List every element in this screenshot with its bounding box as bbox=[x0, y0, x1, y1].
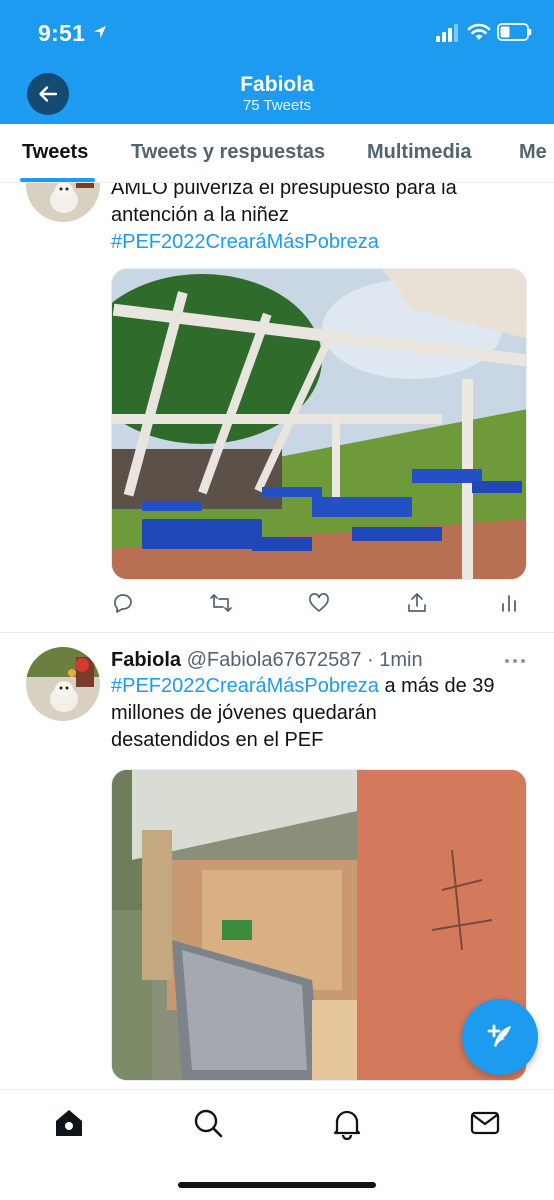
analytics-icon[interactable] bbox=[497, 591, 521, 615]
compose-tweet-button[interactable] bbox=[462, 999, 538, 1075]
author-handle[interactable]: @Fabiola67672587 bbox=[187, 649, 362, 671]
tweet-text-line: millones de jóvenes quedarán bbox=[111, 702, 377, 724]
meta-separator: · bbox=[367, 649, 374, 671]
profile-header: 9:51 Fabiola 75 Tweets bbox=[0, 0, 554, 124]
profile-name: Fabiola bbox=[240, 73, 314, 96]
location-arrow-icon bbox=[94, 26, 106, 38]
active-tab-indicator bbox=[20, 178, 95, 182]
retweet-icon[interactable] bbox=[209, 591, 233, 615]
hashtag-link[interactable]: #PEF2022CrearáMásPobreza bbox=[111, 675, 379, 697]
tweet-text-span: a más de 39 bbox=[378, 675, 495, 697]
status-bar: 9:51 bbox=[0, 0, 554, 66]
tweet-text-line: antención a la niñez bbox=[111, 204, 289, 226]
compose-tweet-icon bbox=[487, 1024, 511, 1047]
tab-tweets-and-replies[interactable]: Tweets y respuestas bbox=[131, 141, 325, 164]
messages-icon[interactable] bbox=[468, 1106, 502, 1140]
tweet-text: #PEF2022CrearáMásPobreza a más de 39 mil… bbox=[111, 673, 531, 754]
reply-icon[interactable] bbox=[111, 591, 135, 615]
search-icon[interactable] bbox=[191, 1106, 225, 1140]
tab-tweets[interactable]: Tweets bbox=[22, 141, 88, 164]
cellular-signal-icon bbox=[436, 24, 458, 42]
profile-tabs: Tweets Tweets y respuestas Multimedia Me bbox=[0, 124, 554, 183]
home-icon[interactable] bbox=[52, 1106, 86, 1140]
hashtag-link[interactable]: #PEF2022CrearáMásPobreza bbox=[111, 229, 531, 256]
author-name[interactable]: Fabiola bbox=[111, 649, 181, 671]
tweet-text-line: desatendidos en el PEF bbox=[111, 729, 324, 751]
pergola-photo bbox=[112, 269, 526, 579]
battery-icon bbox=[497, 23, 532, 41]
wifi-icon bbox=[467, 23, 491, 40]
tweet-text-line: AMLO pulveriza el presupuesto para la bbox=[111, 183, 457, 199]
tweet-text-line: #PEF2022CrearáMásPobreza a más de 39 bbox=[111, 673, 531, 700]
home-indicator[interactable] bbox=[178, 1182, 376, 1188]
tweet-actions bbox=[111, 591, 521, 617]
tweet-feed[interactable]: AMLO pulveriza el presupuesto para la an… bbox=[0, 183, 554, 1089]
status-time: 9:51 bbox=[38, 20, 86, 46]
notifications-icon[interactable] bbox=[330, 1106, 364, 1140]
tweet-text: AMLO pulveriza el presupuesto para la an… bbox=[111, 183, 531, 256]
tweet-time: 1min bbox=[379, 649, 423, 671]
more-options-icon[interactable] bbox=[504, 657, 526, 665]
share-icon[interactable] bbox=[405, 591, 429, 615]
dog-photo bbox=[26, 647, 100, 721]
tab-media[interactable]: Multimedia bbox=[367, 141, 471, 164]
tweet[interactable]: AMLO pulveriza el presupuesto para la an… bbox=[0, 183, 554, 632]
avatar[interactable] bbox=[26, 183, 100, 222]
tweet-count: 75 Tweets bbox=[242, 97, 312, 114]
tab-likes[interactable]: Me bbox=[519, 141, 547, 164]
like-icon[interactable] bbox=[307, 591, 331, 615]
tweet-header: Fabiola @Fabiola67672587 · 1min bbox=[111, 647, 491, 674]
avatar[interactable] bbox=[26, 647, 100, 721]
dog-photo bbox=[26, 183, 100, 222]
tweet-image-pergola[interactable] bbox=[111, 268, 527, 580]
